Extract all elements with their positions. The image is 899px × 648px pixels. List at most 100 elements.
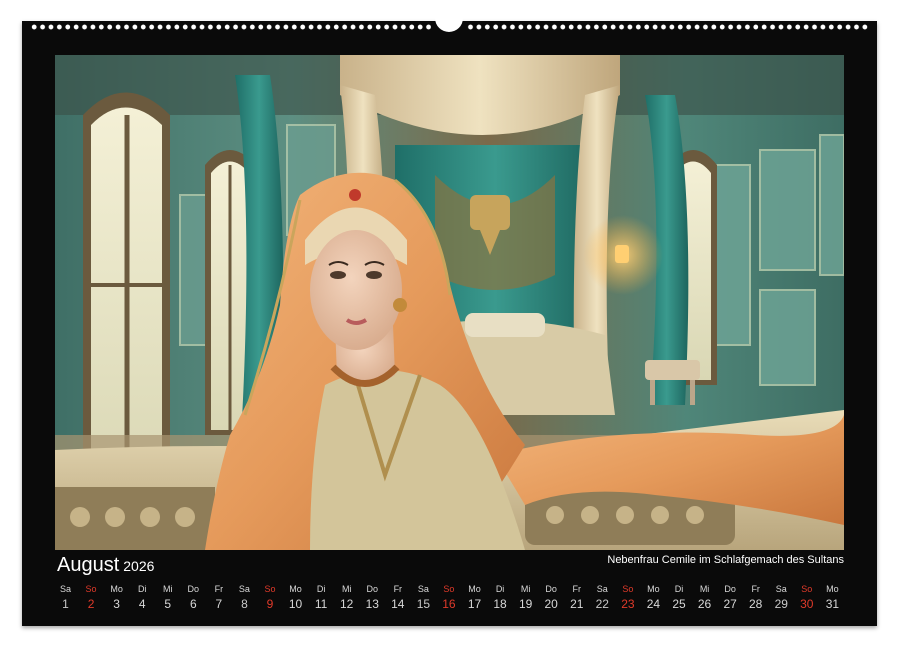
day-cell: Sa 22 xyxy=(590,583,615,615)
day-number: 4 xyxy=(138,597,146,611)
weekday-label: Di xyxy=(137,584,147,594)
day-number: 21 xyxy=(570,597,584,611)
day-number: 22 xyxy=(595,597,609,611)
day-number: 30 xyxy=(800,597,814,611)
day-cell: Mi 19 xyxy=(513,583,538,615)
wire-binding xyxy=(22,18,877,33)
day-cell: Di 4 xyxy=(130,583,155,615)
day-cell: Sa 1 xyxy=(53,583,78,615)
day-cell: Mo 31 xyxy=(820,583,845,615)
weekday-label: Fr xyxy=(393,584,403,594)
weekday-label: Mo xyxy=(647,584,660,594)
day-cell: Mi 5 xyxy=(155,583,180,615)
day-cell: Mi 12 xyxy=(334,583,359,615)
weekday-label: Fr xyxy=(751,584,760,594)
year-label: 2026 xyxy=(123,558,155,574)
day-number: 31 xyxy=(825,597,840,611)
day-number: 3 xyxy=(113,597,120,611)
day-cell: Sa 8 xyxy=(232,583,257,615)
weekday-label: Sa xyxy=(775,584,787,594)
day-number: 11 xyxy=(314,597,328,611)
day-number: 23 xyxy=(621,597,635,611)
day-cell: So 2 xyxy=(79,583,104,615)
weekday-label: Sa xyxy=(238,584,250,594)
day-number: 16 xyxy=(442,597,456,611)
day-number: 6 xyxy=(189,597,197,611)
day-cell: So 23 xyxy=(615,583,640,615)
day-number: 29 xyxy=(774,597,788,611)
day-number: 1 xyxy=(62,597,69,611)
day-cell: So 9 xyxy=(258,583,283,615)
weekday-label: Di xyxy=(495,584,505,594)
weekday-label: Mo xyxy=(110,584,123,594)
weekday-label: Fr xyxy=(214,584,224,594)
day-number: 19 xyxy=(518,597,533,611)
day-cell: Fr 7 xyxy=(206,583,231,615)
weekday-label: Do xyxy=(545,584,557,594)
month-name: August xyxy=(57,554,120,576)
weekday-label: Mi xyxy=(163,584,173,594)
weekday-label: So xyxy=(85,584,97,594)
day-strip: Sa 1 So 2 Mo 3 Di 4 Mi 5 Do 6 Fr 7 Sa 8 So 9 Mo 10 Di 11 Mi 12 D… xyxy=(53,583,845,615)
day-cell: Mo 17 xyxy=(462,583,487,615)
day-number: 12 xyxy=(340,597,354,611)
weekday-label: Mi xyxy=(520,584,531,594)
weekday-label: Mo xyxy=(826,584,839,594)
day-cell: So 16 xyxy=(436,583,461,615)
day-number: 5 xyxy=(164,597,172,611)
day-number: 8 xyxy=(241,597,248,611)
day-cell: Mo 24 xyxy=(641,583,666,615)
day-cell: Do 20 xyxy=(539,583,564,615)
day-number: 26 xyxy=(697,597,712,611)
weekday-label: Mo xyxy=(468,584,481,594)
day-cell: Fr 21 xyxy=(564,583,589,615)
weekday-label: Di xyxy=(316,584,326,594)
weekday-label: Sa xyxy=(417,584,429,594)
weekday-label: Mi xyxy=(699,584,710,594)
weekday-label: So xyxy=(443,584,455,594)
photo-caption: Nebenfrau Cemile im Schlafgemach des Sul… xyxy=(607,554,844,566)
day-number: 15 xyxy=(416,597,431,611)
month-title: August 2026 xyxy=(57,554,154,577)
day-cell: Fr 28 xyxy=(743,583,768,615)
weekday-label: Do xyxy=(187,584,200,594)
day-number: 9 xyxy=(266,597,274,611)
day-cell: Sa 15 xyxy=(411,583,436,615)
day-cell: Di 18 xyxy=(488,583,513,615)
day-cell: So 30 xyxy=(794,583,819,615)
day-cell: Mo 10 xyxy=(283,583,308,615)
day-cell: Fr 14 xyxy=(385,583,410,615)
day-number: 13 xyxy=(365,597,379,611)
day-cell: Do 27 xyxy=(718,583,743,615)
day-number: 2 xyxy=(87,597,95,611)
day-cell: Mo 3 xyxy=(104,583,129,615)
day-number: 24 xyxy=(646,597,661,611)
day-cell: Do 6 xyxy=(181,583,206,615)
weekday-label: Fr xyxy=(572,584,582,594)
day-cell: Di 25 xyxy=(667,583,692,615)
day-number: 20 xyxy=(544,597,558,611)
day-cell: Do 13 xyxy=(360,583,385,615)
day-number: 25 xyxy=(672,597,686,611)
day-number: 18 xyxy=(493,597,507,611)
calendar-photo xyxy=(55,55,844,550)
day-number: 7 xyxy=(215,597,223,611)
day-number: 14 xyxy=(391,597,405,611)
weekday-label: Mo xyxy=(289,584,302,594)
day-number: 17 xyxy=(467,597,482,611)
weekday-label: Do xyxy=(724,584,736,594)
weekday-label: Do xyxy=(366,584,378,594)
day-number: 27 xyxy=(723,597,737,611)
weekday-label: Sa xyxy=(596,584,608,594)
day-cell: Mi 26 xyxy=(692,583,717,615)
weekday-label: Mi xyxy=(341,584,352,594)
day-cell: Di 11 xyxy=(309,583,334,615)
weekday-label: Sa xyxy=(59,584,71,594)
weekday-label: So xyxy=(622,584,634,594)
day-number: 10 xyxy=(288,597,303,611)
weekday-label: So xyxy=(801,584,813,594)
weekday-label: So xyxy=(264,584,276,594)
day-number: 28 xyxy=(749,597,763,611)
day-cell: Sa 29 xyxy=(769,583,794,615)
weekday-label: Di xyxy=(674,584,684,594)
